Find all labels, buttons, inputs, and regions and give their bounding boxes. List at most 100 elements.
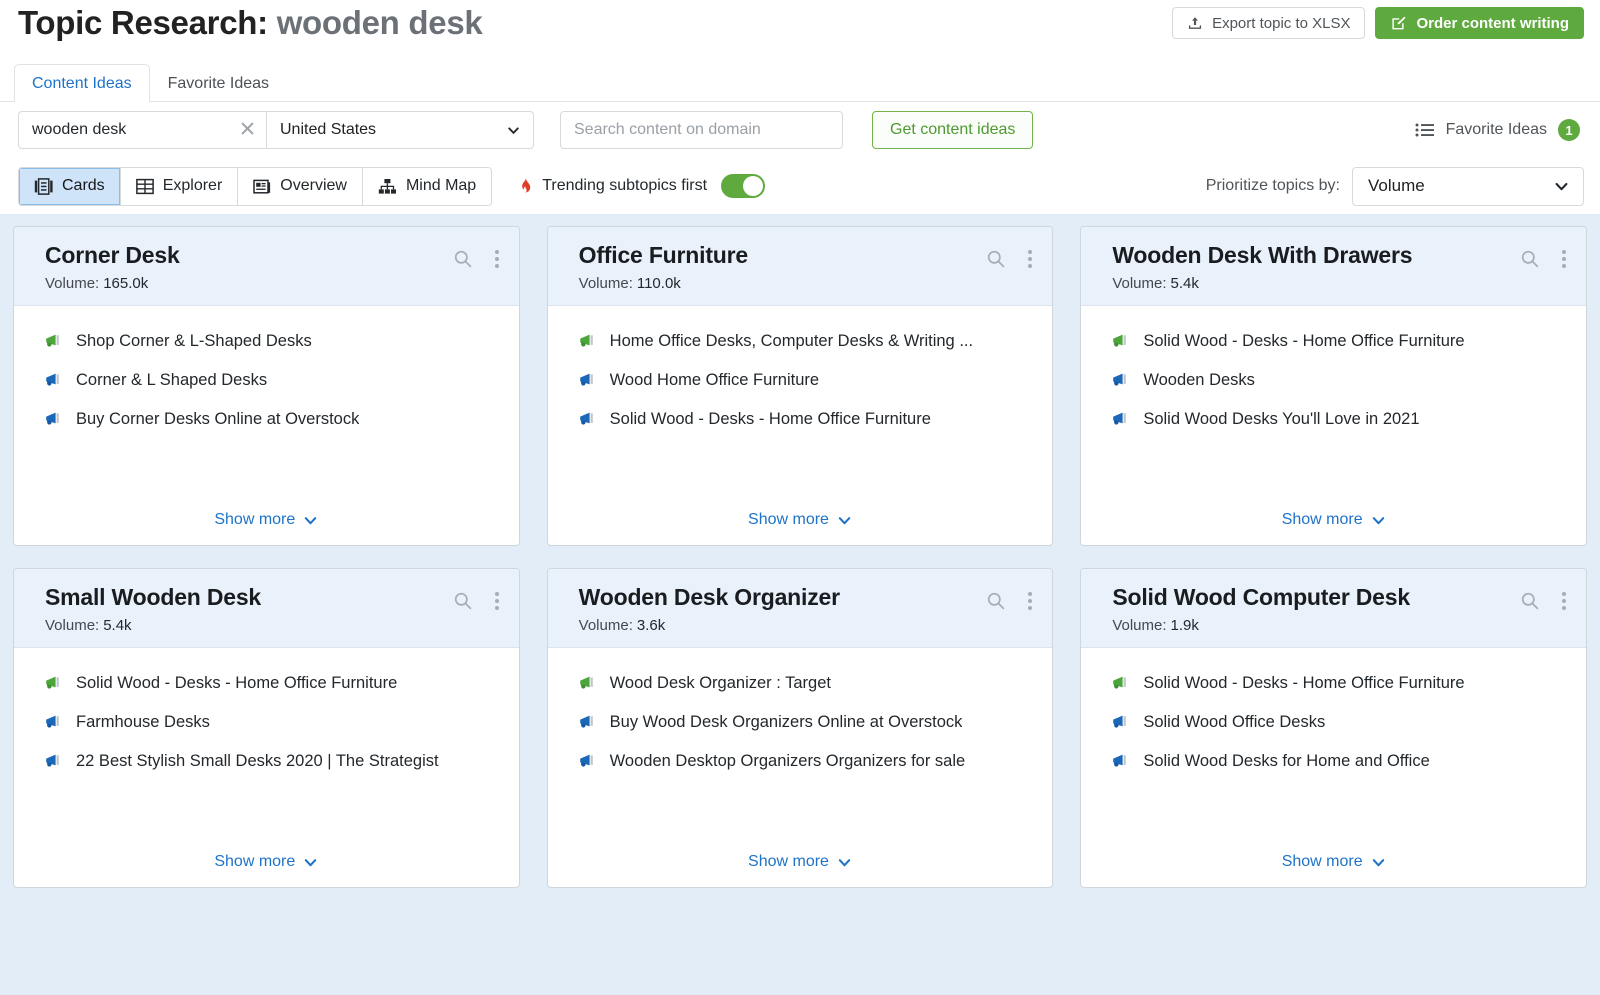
megaphone-green-icon	[579, 333, 598, 350]
content-idea-item[interactable]: Corner & L Shaped Desks	[45, 371, 503, 390]
show-more-button[interactable]: Show more	[214, 853, 318, 871]
topic-card-3[interactable]: Wooden Desk With Drawers Volume: 5.4k Sol…	[1080, 226, 1587, 546]
show-more-button[interactable]: Show more	[748, 511, 852, 529]
page-title: Topic Research: wooden desk	[18, 6, 483, 39]
prioritize-control: Prioritize topics by: Volume	[1206, 166, 1584, 206]
content-idea-item[interactable]: Solid Wood - Desks - Home Office Furnitu…	[579, 410, 1037, 429]
topic-card-heading: Small Wooden Desk Volume: 5.4k	[45, 584, 261, 634]
topic-card-2[interactable]: Office Furniture Volume: 110.0k Home Offi…	[546, 226, 1054, 546]
topic-card-heading: Corner Desk Volume: 165.0k	[45, 242, 180, 292]
prioritize-select[interactable]: Volume	[1352, 166, 1584, 206]
chevron-down-icon	[1553, 178, 1570, 195]
tab-content-ideas[interactable]: Content Ideas	[14, 64, 150, 103]
content-idea-item[interactable]: Solid Wood - Desks - Home Office Furnitu…	[1112, 332, 1570, 351]
search-icon[interactable]	[986, 249, 1006, 269]
topic-card-1[interactable]: Corner Desk Volume: 165.0k Shop Corner & …	[13, 226, 520, 546]
more-options-icon[interactable]	[491, 590, 503, 612]
export-topic-button[interactable]: Export topic to XLSX	[1172, 7, 1366, 39]
content-idea-item[interactable]: Solid Wood - Desks - Home Office Furnitu…	[45, 674, 503, 693]
topic-card-5[interactable]: Wooden Desk Organizer Volume: 3.6k Wood D…	[546, 568, 1054, 888]
more-options-icon[interactable]	[491, 248, 503, 270]
view-mode-explorer-label: Explorer	[162, 177, 223, 194]
megaphone-blue-icon	[579, 714, 598, 731]
content-idea-item[interactable]: 22 Best Stylish Small Desks 2020 | The S…	[45, 752, 503, 771]
content-idea-item[interactable]: Shop Corner & L-Shaped Desks	[45, 332, 503, 351]
search-icon[interactable]	[453, 249, 473, 269]
view-mode-mind-map[interactable]: Mind Map	[362, 167, 492, 205]
chevron-down-icon	[837, 513, 852, 528]
database-select[interactable]: United States	[266, 111, 534, 149]
topic-card-heading: Wooden Desk With Drawers Volume: 5.4k	[1112, 242, 1412, 292]
show-more-button[interactable]: Show more	[214, 511, 318, 529]
topic-card-volume: Volume: 165.0k	[45, 275, 180, 292]
toggle-knob	[743, 176, 764, 196]
keyword-input[interactable]: wooden desk	[18, 111, 266, 149]
search-icon[interactable]	[1520, 249, 1540, 269]
volume-value: 3.6k	[636, 617, 666, 635]
show-more-label: Show more	[748, 853, 829, 870]
content-idea-item[interactable]: Solid Wood - Desks - Home Office Furnitu…	[1112, 674, 1570, 693]
cards-area: Corner Desk Volume: 165.0k Shop Corner & …	[0, 214, 1600, 995]
volume-label: Volume:	[578, 617, 633, 635]
order-content-writing-button[interactable]: Order content writing	[1375, 7, 1584, 39]
cards-grid: Corner Desk Volume: 165.0k Shop Corner & …	[13, 226, 1587, 888]
volume-value: 110.0k	[636, 275, 681, 293]
more-options-icon[interactable]	[1024, 590, 1036, 612]
content-idea-item[interactable]: Buy Corner Desks Online at Overstock	[45, 410, 503, 429]
view-mode-cards[interactable]: Cards	[19, 167, 121, 205]
topic-card-4[interactable]: Small Wooden Desk Volume: 5.4k Solid Wood…	[13, 568, 520, 888]
content-idea-item[interactable]: Home Office Desks, Computer Desks & Writ…	[579, 332, 1037, 351]
show-more-button[interactable]: Show more	[1282, 511, 1386, 529]
mindmap-icon	[378, 178, 397, 195]
search-icon[interactable]	[986, 591, 1006, 611]
topic-card-volume: Volume: 110.0k	[579, 275, 748, 292]
search-icon[interactable]	[453, 591, 473, 611]
megaphone-blue-icon	[579, 753, 598, 770]
favorite-ideas-count-badge: 1	[1558, 119, 1580, 141]
show-more-button[interactable]: Show more	[748, 853, 852, 871]
topic-card-actions	[986, 242, 1036, 270]
topic-card-actions	[986, 584, 1036, 612]
topic-card-6[interactable]: Solid Wood Computer Desk Volume: 1.9k Sol…	[1080, 568, 1587, 888]
content-idea-item[interactable]: Wooden Desks	[1112, 371, 1570, 390]
topic-card-title: Solid Wood Computer Desk	[1112, 584, 1410, 610]
content-idea-item[interactable]: Wood Desk Organizer : Target	[579, 674, 1037, 693]
more-options-icon[interactable]	[1024, 248, 1036, 270]
volume-label: Volume:	[578, 275, 633, 293]
volume-label: Volume:	[1112, 275, 1167, 293]
megaphone-blue-icon	[45, 714, 64, 731]
megaphone-blue-icon	[579, 411, 598, 428]
view-mode-switcher: Cards Explorer Overview Mind Map	[18, 166, 493, 206]
get-content-ideas-button[interactable]: Get content ideas	[872, 111, 1034, 149]
topic-card-title: Corner Desk	[45, 242, 180, 268]
table-icon	[135, 178, 154, 195]
content-idea-text: Solid Wood - Desks - Home Office Furnitu…	[609, 410, 931, 429]
favorite-ideas-link[interactable]: Favorite Ideas 1	[1415, 119, 1584, 141]
view-controls-row: Cards Explorer Overview Mind Map Trendin…	[0, 158, 1600, 214]
keyword-group: wooden desk United States	[18, 111, 534, 149]
view-mode-explorer[interactable]: Explorer	[120, 167, 239, 205]
content-idea-item[interactable]: Wooden Desktop Organizers Organizers for…	[579, 752, 1037, 771]
show-more-label: Show more	[748, 511, 829, 528]
topic-card-actions	[453, 584, 503, 612]
content-idea-item[interactable]: Buy Wood Desk Organizers Online at Overs…	[579, 713, 1037, 732]
tab-bar: Content Ideas Favorite Ideas	[0, 58, 1600, 103]
domain-search-input[interactable]: Search content on domain	[560, 111, 843, 149]
content-idea-item[interactable]: Solid Wood Desks for Home and Office	[1112, 752, 1570, 771]
search-icon[interactable]	[1520, 591, 1540, 611]
content-idea-item[interactable]: Wood Home Office Furniture	[579, 371, 1037, 390]
more-options-icon[interactable]	[1558, 590, 1570, 612]
content-idea-item[interactable]: Farmhouse Desks	[45, 713, 503, 732]
clear-keyword-icon[interactable]	[239, 120, 256, 141]
view-mode-overview[interactable]: Overview	[238, 167, 363, 205]
more-options-icon[interactable]	[1558, 248, 1570, 270]
content-idea-item[interactable]: Solid Wood Desks You'll Love in 2021	[1112, 410, 1570, 429]
volume-label: Volume:	[45, 275, 100, 293]
tab-favorite-ideas[interactable]: Favorite Ideas	[150, 64, 287, 102]
content-idea-item[interactable]: Solid Wood Office Desks	[1112, 713, 1570, 732]
database-select-value: United States	[280, 121, 377, 138]
show-more-button[interactable]: Show more	[1282, 853, 1386, 871]
trending-subtopics-toggle[interactable]	[721, 174, 766, 198]
megaphone-blue-icon	[1112, 411, 1131, 428]
volume-value: 5.4k	[103, 617, 132, 635]
